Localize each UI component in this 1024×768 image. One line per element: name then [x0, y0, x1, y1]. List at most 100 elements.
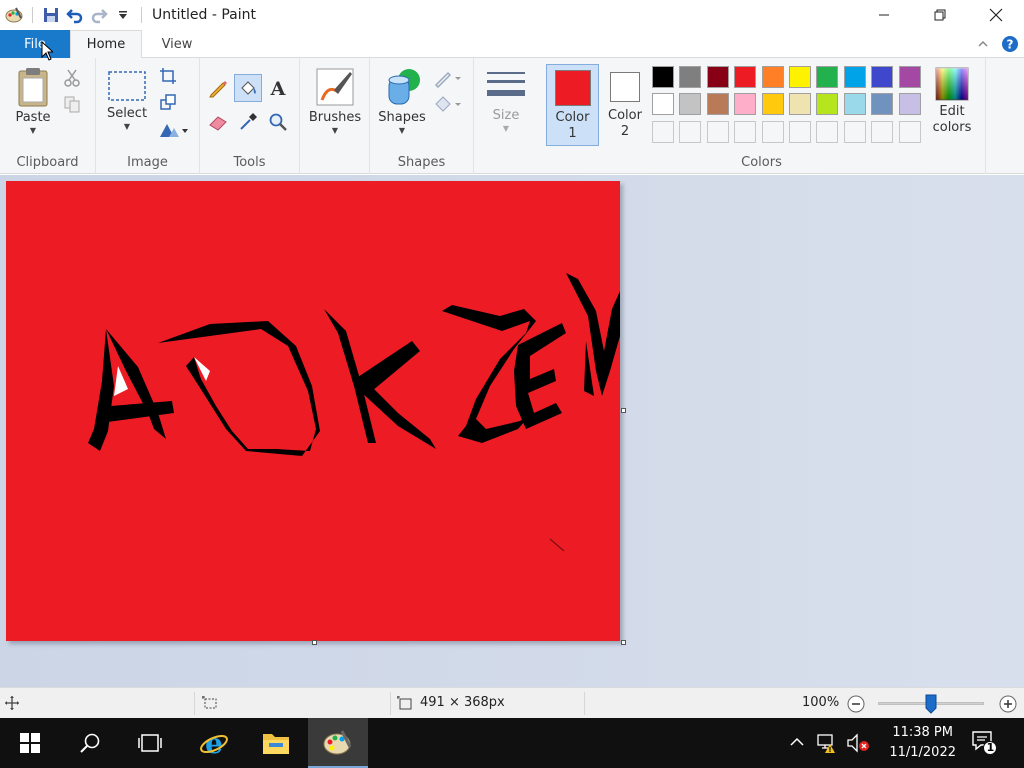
svg-text:A: A	[270, 78, 286, 98]
resize-icon[interactable]	[156, 90, 180, 114]
palette-custom-slot[interactable]	[843, 120, 866, 143]
chevron-down-icon: ▼	[331, 126, 339, 135]
search-button[interactable]	[60, 718, 120, 768]
palette-custom-slot[interactable]	[706, 120, 729, 143]
palette-swatch[interactable]	[816, 66, 839, 88]
help-icon[interactable]: ?	[1000, 34, 1020, 54]
palette-swatch[interactable]	[679, 66, 702, 88]
palette-swatch[interactable]	[816, 93, 839, 116]
fill-icon[interactable]	[432, 92, 464, 116]
eraser-icon[interactable]	[206, 110, 230, 134]
fill-bucket-icon[interactable]	[234, 74, 262, 102]
minimize-ribbon-icon[interactable]	[974, 34, 992, 54]
paint-taskbar-button[interactable]	[308, 718, 368, 768]
shapes-button[interactable]: Shapes ▼	[374, 66, 430, 136]
palette-swatch[interactable]	[679, 93, 702, 116]
text-tool-icon[interactable]: A	[266, 76, 290, 100]
palette-swatch[interactable]	[706, 93, 729, 116]
group-label-shapes: Shapes	[397, 155, 446, 170]
group-label-clipboard: Clipboard	[16, 155, 79, 170]
group-size: Size ▼	[474, 58, 538, 174]
rotate-icon[interactable]	[156, 118, 190, 142]
select-button[interactable]: Select ▼	[104, 68, 150, 132]
customize-quick-access-icon[interactable]	[111, 3, 135, 27]
save-icon[interactable]	[39, 3, 63, 27]
zoom-in-button[interactable]	[998, 694, 1018, 718]
windows-logo-icon	[20, 733, 40, 753]
palette-swatch[interactable]	[761, 66, 784, 88]
size-button[interactable]: Size ▼	[482, 66, 530, 134]
outline-icon[interactable]	[432, 66, 464, 90]
resize-handle-corner[interactable]	[621, 640, 626, 645]
palette-swatch[interactable]	[898, 93, 921, 116]
copy-icon[interactable]	[60, 92, 84, 116]
search-icon	[80, 733, 100, 753]
magnifier-icon[interactable]	[266, 110, 290, 134]
palette-custom-slot[interactable]	[871, 120, 894, 143]
undo-icon[interactable]	[63, 3, 87, 27]
brushes-button[interactable]: Brushes ▼	[306, 66, 364, 136]
palette-swatch[interactable]	[871, 66, 894, 88]
paste-button[interactable]: Paste ▼	[10, 66, 56, 136]
palette-custom-slot[interactable]	[789, 120, 811, 143]
palette-swatch[interactable]	[843, 66, 866, 88]
task-view-button[interactable]	[120, 718, 180, 768]
palette-custom-slot[interactable]	[761, 120, 784, 143]
internet-explorer-button[interactable]: e	[184, 718, 244, 768]
color2-button[interactable]: Color 2	[600, 64, 650, 146]
shapes-icon	[388, 69, 420, 105]
palette-swatch[interactable]	[843, 93, 866, 116]
group-colors: Color 1 Color 2 Edit colors Colors	[538, 58, 986, 174]
palette-custom-slot[interactable]	[652, 120, 674, 143]
canvas-workspace[interactable]	[0, 175, 1024, 687]
drawing-canvas[interactable]	[6, 181, 620, 641]
taskbar: e ! 11:38 PM 11/1/2022 1	[0, 718, 1024, 768]
close-button[interactable]	[968, 0, 1024, 30]
tab-view[interactable]: View	[142, 30, 212, 58]
palette-custom-slot[interactable]	[679, 120, 702, 143]
palette-custom-slot[interactable]	[734, 120, 757, 143]
palette-swatch[interactable]	[898, 66, 921, 88]
edit-colors-button[interactable]: Edit colors	[930, 66, 974, 136]
start-button[interactable]	[0, 718, 60, 768]
palette-swatch[interactable]	[734, 66, 757, 88]
line-width-icon	[487, 72, 525, 96]
system-clock[interactable]: 11:38 PM 11/1/2022	[889, 723, 956, 763]
zoom-out-button[interactable]	[846, 694, 866, 718]
redo-icon[interactable]	[87, 3, 111, 27]
selection-rectangle-icon	[108, 71, 146, 101]
tab-file[interactable]: File	[0, 30, 70, 58]
file-explorer-button[interactable]	[246, 718, 306, 768]
color2-label-line2: 2	[620, 124, 630, 139]
volume-muted-icon[interactable]	[846, 732, 870, 758]
restore-button[interactable]	[912, 0, 968, 30]
network-icon[interactable]: !	[816, 732, 840, 758]
title-bar: Untitled - Paint	[0, 0, 1024, 30]
palette-swatch[interactable]	[652, 66, 674, 88]
crop-icon[interactable]	[156, 64, 180, 88]
palette-swatch[interactable]	[761, 93, 784, 116]
show-hidden-icons-button[interactable]	[788, 733, 806, 755]
color-picker-icon[interactable]	[236, 110, 260, 134]
palette-swatch[interactable]	[734, 93, 757, 116]
zoom-slider-thumb[interactable]	[925, 694, 937, 714]
color1-button[interactable]: Color 1	[546, 64, 599, 146]
resize-handle-bottom[interactable]	[312, 640, 317, 645]
svg-text:e: e	[205, 728, 223, 758]
action-center-button[interactable]: 1	[970, 728, 1004, 758]
palette-swatch[interactable]	[871, 93, 894, 116]
resize-handle-right[interactable]	[621, 408, 626, 413]
minimize-button[interactable]	[856, 0, 912, 30]
separator	[32, 7, 33, 23]
palette-swatch[interactable]	[789, 66, 811, 88]
palette-custom-slot[interactable]	[898, 120, 921, 143]
pencil-icon[interactable]	[206, 76, 230, 100]
paint-app-icon[interactable]	[2, 3, 26, 27]
cut-icon[interactable]	[60, 66, 84, 90]
palette-swatch[interactable]	[652, 93, 674, 116]
palette-custom-slot[interactable]	[816, 120, 839, 143]
tab-home[interactable]: Home	[70, 30, 142, 59]
palette-swatch[interactable]	[706, 66, 729, 88]
clipboard-icon	[18, 68, 48, 107]
palette-swatch[interactable]	[789, 93, 811, 116]
